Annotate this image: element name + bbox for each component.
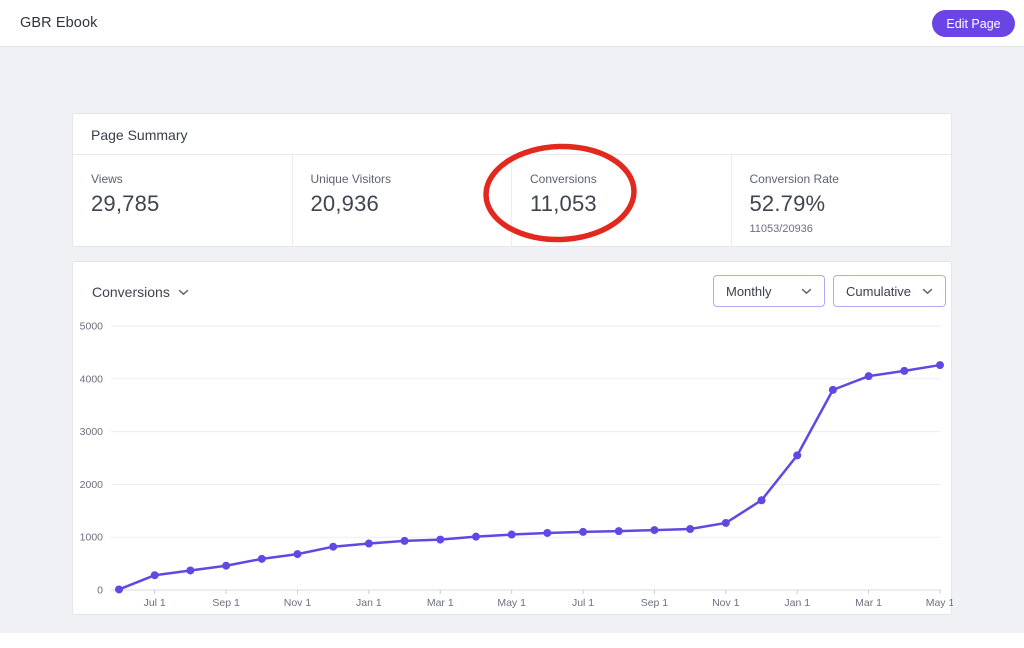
page: GBR Ebook Edit Page Showing Data for All… xyxy=(0,0,1024,648)
filter-row: Showing Data for All Time May. 26, 2016 … xyxy=(0,60,1024,146)
y-axis-label: 0 xyxy=(97,585,103,597)
metric-label: Conversions xyxy=(530,172,597,186)
y-axis-label: 5000 xyxy=(80,321,104,333)
y-axis-label: 2000 xyxy=(80,479,104,491)
data-point[interactable] xyxy=(115,585,123,594)
mode-dropdown[interactable]: Cumulative xyxy=(833,275,946,307)
data-point[interactable] xyxy=(864,372,873,381)
y-axis-label: 1000 xyxy=(80,532,104,544)
data-point[interactable] xyxy=(150,571,159,580)
metric-label: Views xyxy=(91,172,123,186)
summary-card-title: Page Summary xyxy=(91,127,188,143)
x-axis-label: May 1 xyxy=(497,597,526,609)
metric-value: 20,936 xyxy=(310,191,379,216)
x-axis-label: Sep 1 xyxy=(212,597,240,609)
chart-metric-dropdown[interactable]: Conversions xyxy=(92,284,189,300)
x-axis-label: Mar 1 xyxy=(855,597,882,609)
x-axis-label: Sep 1 xyxy=(641,597,669,609)
conversions-chart-card: Conversions Monthly Cumulative 0 1000 2000… xyxy=(72,261,953,615)
metrics-row: Views 29,785 Unique Visitors 20,936 Conv… xyxy=(73,155,951,247)
page-summary-card: Page Summary Views 29,785 Unique Visitor… xyxy=(72,113,952,247)
data-point[interactable] xyxy=(222,561,231,570)
data-point[interactable] xyxy=(364,539,373,548)
data-point[interactable] xyxy=(329,542,338,551)
data-point[interactable] xyxy=(436,535,445,544)
data-point[interactable] xyxy=(936,361,944,370)
data-point[interactable] xyxy=(400,536,409,545)
data-point[interactable] xyxy=(507,530,516,539)
x-axis-label: Jul 1 xyxy=(572,597,594,609)
metric-label: Unique Visitors xyxy=(310,172,391,186)
x-axis-label: Jan 1 xyxy=(784,597,810,609)
data-point[interactable] xyxy=(828,385,837,394)
footer-strip xyxy=(0,633,1024,648)
data-point[interactable] xyxy=(793,451,802,460)
data-point[interactable] xyxy=(614,527,623,536)
y-axis-label: 3000 xyxy=(80,426,104,438)
data-point[interactable] xyxy=(650,526,659,535)
data-point[interactable] xyxy=(257,554,266,563)
chart-line xyxy=(117,363,942,591)
interval-dropdown[interactable]: Monthly xyxy=(713,275,825,307)
x-axis-label: Nov 1 xyxy=(284,597,312,609)
conversions-chart: 0 1000 2000 3000 4000 5000 Jul 1 Sep 1 Nov 1 Jan … xyxy=(80,321,953,610)
page-title: GBR Ebook xyxy=(20,15,98,31)
data-point[interactable] xyxy=(686,525,695,534)
mode-dropdown-value: Cumulative xyxy=(846,283,912,299)
data-point[interactable] xyxy=(579,527,588,536)
chevron-down-icon xyxy=(801,288,812,294)
edit-page-button[interactable]: Edit Page xyxy=(932,10,1015,37)
interval-dropdown-value: Monthly xyxy=(726,283,772,299)
metric-value: 29,785 xyxy=(91,191,160,216)
metric-conversions: Conversions 11,053 xyxy=(512,155,732,247)
metric-value: 52.79% xyxy=(749,191,826,216)
top-bar: GBR Ebook Edit Page xyxy=(0,0,1024,47)
metric-unique-visitors: Unique Visitors 20,936 xyxy=(293,155,512,247)
data-point[interactable] xyxy=(543,528,552,537)
x-axis-label: May 1 xyxy=(926,597,953,609)
metric-conversion-rate: Conversion Rate 52.79% 11053/20936 xyxy=(732,155,952,247)
metric-value: 11,053 xyxy=(530,191,597,216)
data-point[interactable] xyxy=(186,566,195,575)
metric-label: Conversion Rate xyxy=(749,172,839,186)
data-point[interactable] xyxy=(721,518,730,527)
x-axis-label: Jul 1 xyxy=(144,597,166,609)
chart-metric-label: Conversions xyxy=(92,284,170,300)
metric-views: Views 29,785 xyxy=(73,155,293,247)
data-point[interactable] xyxy=(471,532,480,541)
data-point[interactable] xyxy=(757,496,766,505)
x-axis-label: Mar 1 xyxy=(427,597,454,609)
x-axis-label: Jan 1 xyxy=(356,597,382,609)
x-axis-label: Nov 1 xyxy=(712,597,740,609)
metric-detail: 11053/20936 xyxy=(749,223,813,235)
chevron-down-icon xyxy=(922,288,933,294)
data-point[interactable] xyxy=(900,366,909,375)
y-axis-label: 4000 xyxy=(80,373,104,385)
chevron-down-icon xyxy=(178,289,189,295)
data-point[interactable] xyxy=(293,550,302,559)
